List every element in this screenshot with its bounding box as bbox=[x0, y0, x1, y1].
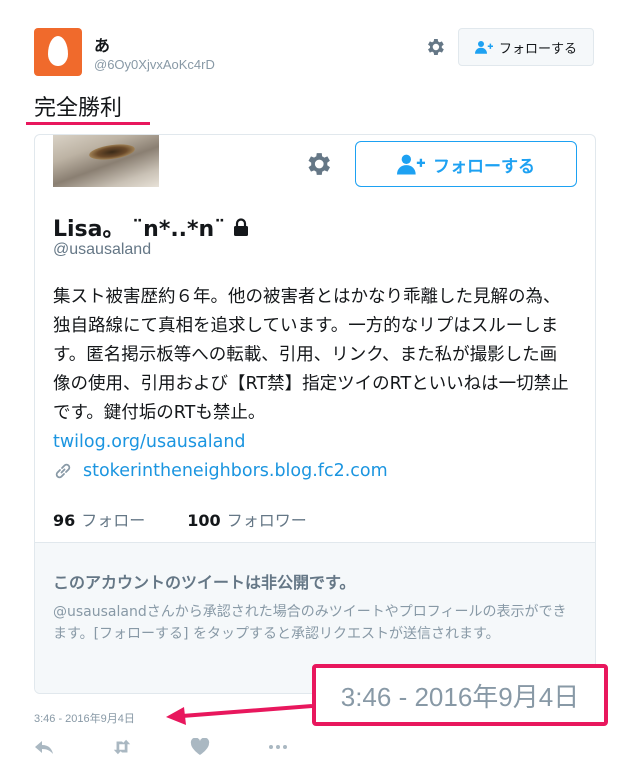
link-icon bbox=[55, 463, 71, 479]
settings-gear-icon[interactable] bbox=[424, 36, 446, 58]
profile-name-text: Lisa。 ¨n*..*n¨ bbox=[53, 217, 226, 242]
following-label: フォロー bbox=[81, 511, 146, 530]
lock-icon bbox=[234, 218, 249, 236]
tweet-timestamp[interactable]: 3:46 - 2016年9月4日 bbox=[34, 710, 135, 726]
profile-website[interactable]: stokerintheneighbors.blog.fc2.com bbox=[53, 461, 388, 481]
tweet-text: 完全勝利 bbox=[34, 96, 123, 121]
profile-name[interactable]: Lisa。 ¨n*..*n¨ bbox=[53, 211, 249, 243]
profile-card[interactable]: フォローする Lisa。 ¨n*..*n¨ @usausaland 集スト被害歴… bbox=[34, 134, 596, 694]
annotation-underline bbox=[26, 122, 150, 125]
tweet-actions bbox=[34, 738, 288, 756]
followers-label: フォロワー bbox=[226, 511, 307, 530]
protected-title: このアカウントのツイートは非公開です。 bbox=[53, 573, 356, 592]
profile-follow-button[interactable]: フォローする bbox=[355, 141, 577, 187]
profile-handle[interactable]: @usausaland bbox=[53, 241, 151, 259]
more-dots-icon[interactable] bbox=[268, 738, 288, 756]
profile-avatar-image[interactable] bbox=[51, 135, 161, 189]
profile-bio-text: 集スト被害歴約６年。他の被害者とはかなり乖離した見解の為、独自路線にて真相を追求… bbox=[53, 287, 569, 423]
follow-button-label: フォローする bbox=[498, 41, 577, 57]
follow-person-plus-icon bbox=[474, 41, 493, 54]
follow-button[interactable]: フォローする bbox=[458, 28, 594, 66]
user-display-name[interactable]: あ bbox=[94, 32, 110, 56]
like-heart-icon[interactable] bbox=[190, 738, 210, 756]
timestamp-callout: 3:46 - 2016年9月4日 bbox=[312, 664, 608, 726]
reply-icon[interactable] bbox=[34, 738, 54, 756]
protected-body: @usausalandさんから承認された場合のみツイートやプロフィールの表示がで… bbox=[53, 604, 567, 642]
profile-counts: 96 フォロー 100 フォロワー bbox=[53, 507, 307, 531]
profile-bio: 集スト被害歴約６年。他の被害者とはかなり乖離した見解の為、独自路線にて真相を追求… bbox=[53, 283, 573, 457]
user-avatar[interactable] bbox=[34, 28, 82, 76]
retweet-icon[interactable] bbox=[112, 738, 132, 756]
profile-website-text: stokerintheneighbors.blog.fc2.com bbox=[83, 461, 388, 481]
following-stat[interactable]: 96 フォロー bbox=[53, 507, 145, 531]
bio-link[interactable]: twilog.org/usausaland bbox=[53, 428, 573, 457]
follow-person-plus-icon bbox=[397, 154, 425, 175]
followers-stat[interactable]: 100 フォロワー bbox=[187, 507, 306, 531]
following-count: 96 bbox=[53, 511, 76, 530]
user-handle[interactable]: @6Oy0XjvxAoKc4rD bbox=[94, 57, 215, 72]
egg-avatar-icon bbox=[48, 36, 68, 66]
followers-count: 100 bbox=[187, 511, 221, 530]
settings-gear-icon[interactable] bbox=[303, 149, 333, 179]
profile-follow-label: フォローする bbox=[433, 156, 535, 177]
cat-eye-image bbox=[88, 141, 136, 163]
